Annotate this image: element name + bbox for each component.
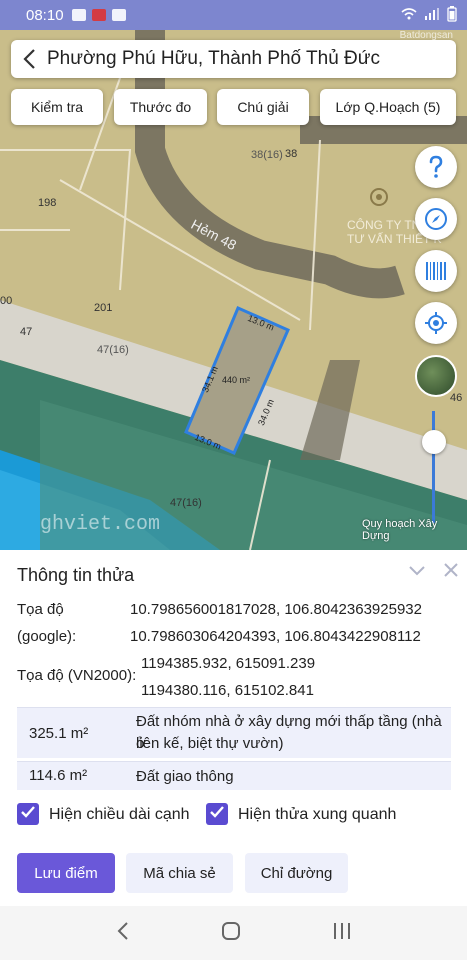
back-nav-icon[interactable] — [116, 921, 130, 946]
checkmark-icon — [21, 805, 35, 823]
show-neighbors-label[interactable]: Hiện thửa xung quanh — [238, 806, 396, 824]
share-code-button[interactable]: Mã chia sẻ — [126, 853, 233, 893]
home-nav-icon[interactable] — [221, 921, 241, 946]
app-notification-icon — [91, 9, 106, 21]
panel-title: Thông tin thửa — [17, 565, 135, 585]
parcel-label: 201 — [94, 302, 113, 314]
coord-label: Tọa độ — [17, 601, 64, 618]
battery-icon — [447, 5, 457, 25]
land-use-desc: liên kế, biệt thự vườn) — [136, 735, 284, 752]
chevron-down-icon — [409, 563, 425, 581]
planning-layers-button[interactable]: Lớp Q.Hoạch (5) — [320, 89, 456, 125]
land-use-row: 325.1 m² Đất nhóm nhà ở xây dựng mới thấ… — [17, 707, 451, 758]
land-use-area: 325.1 m² — [29, 725, 89, 742]
land-use-area: 114.6 m² — [29, 767, 88, 784]
collapse-button[interactable] — [406, 561, 428, 583]
show-edge-length-checkbox[interactable] — [17, 803, 39, 825]
measure-button[interactable]: Thước đo — [114, 89, 207, 125]
satellite-layer-thumbnail[interactable] — [415, 355, 457, 397]
parcel-label: 47(16) — [170, 497, 202, 509]
land-use-row: 114.6 m² Đất giao thông — [17, 761, 451, 790]
coord-google-value: 10.798603064204393, 106.8043422908112 — [130, 628, 421, 645]
close-panel-button[interactable] — [440, 561, 462, 583]
question-icon — [426, 155, 446, 179]
land-use-desc: Đất giao thông — [136, 768, 234, 785]
close-icon — [444, 562, 458, 582]
plot-area-label: 440 m² — [222, 375, 251, 385]
signal-icon — [425, 7, 439, 23]
checkmark-icon — [210, 805, 224, 823]
barcode-icon — [425, 261, 447, 281]
coord-label: (google): — [17, 628, 77, 645]
parcel-label: 46 — [450, 392, 463, 404]
my-location-button[interactable] — [415, 302, 457, 344]
compass-icon — [424, 207, 448, 231]
coord-google-value: 10.798656001817028, 106.8042363925932 — [130, 601, 422, 618]
legend-button[interactable]: Chú giải — [217, 89, 309, 125]
watermark-logo: Batdongsan — [399, 30, 453, 41]
inspect-button[interactable]: Kiểm tra — [11, 89, 103, 125]
map-layer-caption: Quy hoạch Xây Dựng — [362, 518, 438, 542]
opacity-slider-knob[interactable] — [422, 430, 446, 454]
help-button[interactable] — [415, 146, 457, 188]
directions-button[interactable]: Chỉ đường — [245, 853, 348, 893]
barcode-scan-button[interactable] — [415, 250, 457, 292]
parcel-label: 38 — [285, 148, 298, 160]
location-search-bar[interactable]: Phường Phú Hữu, Thành Phố Thủ Đức — [11, 40, 456, 78]
notification-icons — [71, 9, 126, 21]
system-navigation-bar — [0, 906, 467, 960]
coord-vn2000-value: 1194385.932, 615091.239 — [141, 655, 316, 672]
show-neighbors-checkbox[interactable] — [206, 803, 228, 825]
save-point-button[interactable]: Lưu điểm — [17, 853, 115, 893]
show-edge-length-label[interactable]: Hiện chiều dài cạnh — [49, 806, 190, 824]
parcel-label: 47 — [20, 326, 33, 338]
coord-vn2000-value: 1194380.116, 615102.841 — [141, 682, 314, 699]
parcel-label: 47(16) — [97, 344, 129, 356]
opacity-slider-track[interactable] — [432, 411, 435, 523]
parcel-label: 198 — [38, 197, 57, 209]
status-right-icons — [401, 5, 457, 25]
status-time: 08:10 — [26, 6, 64, 24]
back-arrow-icon[interactable] — [11, 40, 47, 78]
location-title: Phường Phú Hữu, Thành Phố Thủ Đức — [47, 48, 380, 69]
wifi-icon — [401, 7, 417, 23]
parcel-label: 00 — [0, 295, 13, 307]
recents-nav-icon[interactable] — [332, 922, 352, 945]
crosshair-icon — [424, 311, 448, 335]
parcel-label: 38(16) — [251, 149, 283, 161]
status-bar: 08:10 — [0, 0, 467, 30]
compass-button[interactable] — [415, 198, 457, 240]
vn2000-label: Tọa độ (VN2000): — [17, 667, 137, 684]
map-watermark-text: ghviet.com — [40, 513, 161, 536]
gallery-icon — [71, 9, 86, 21]
media-icon — [111, 9, 126, 21]
